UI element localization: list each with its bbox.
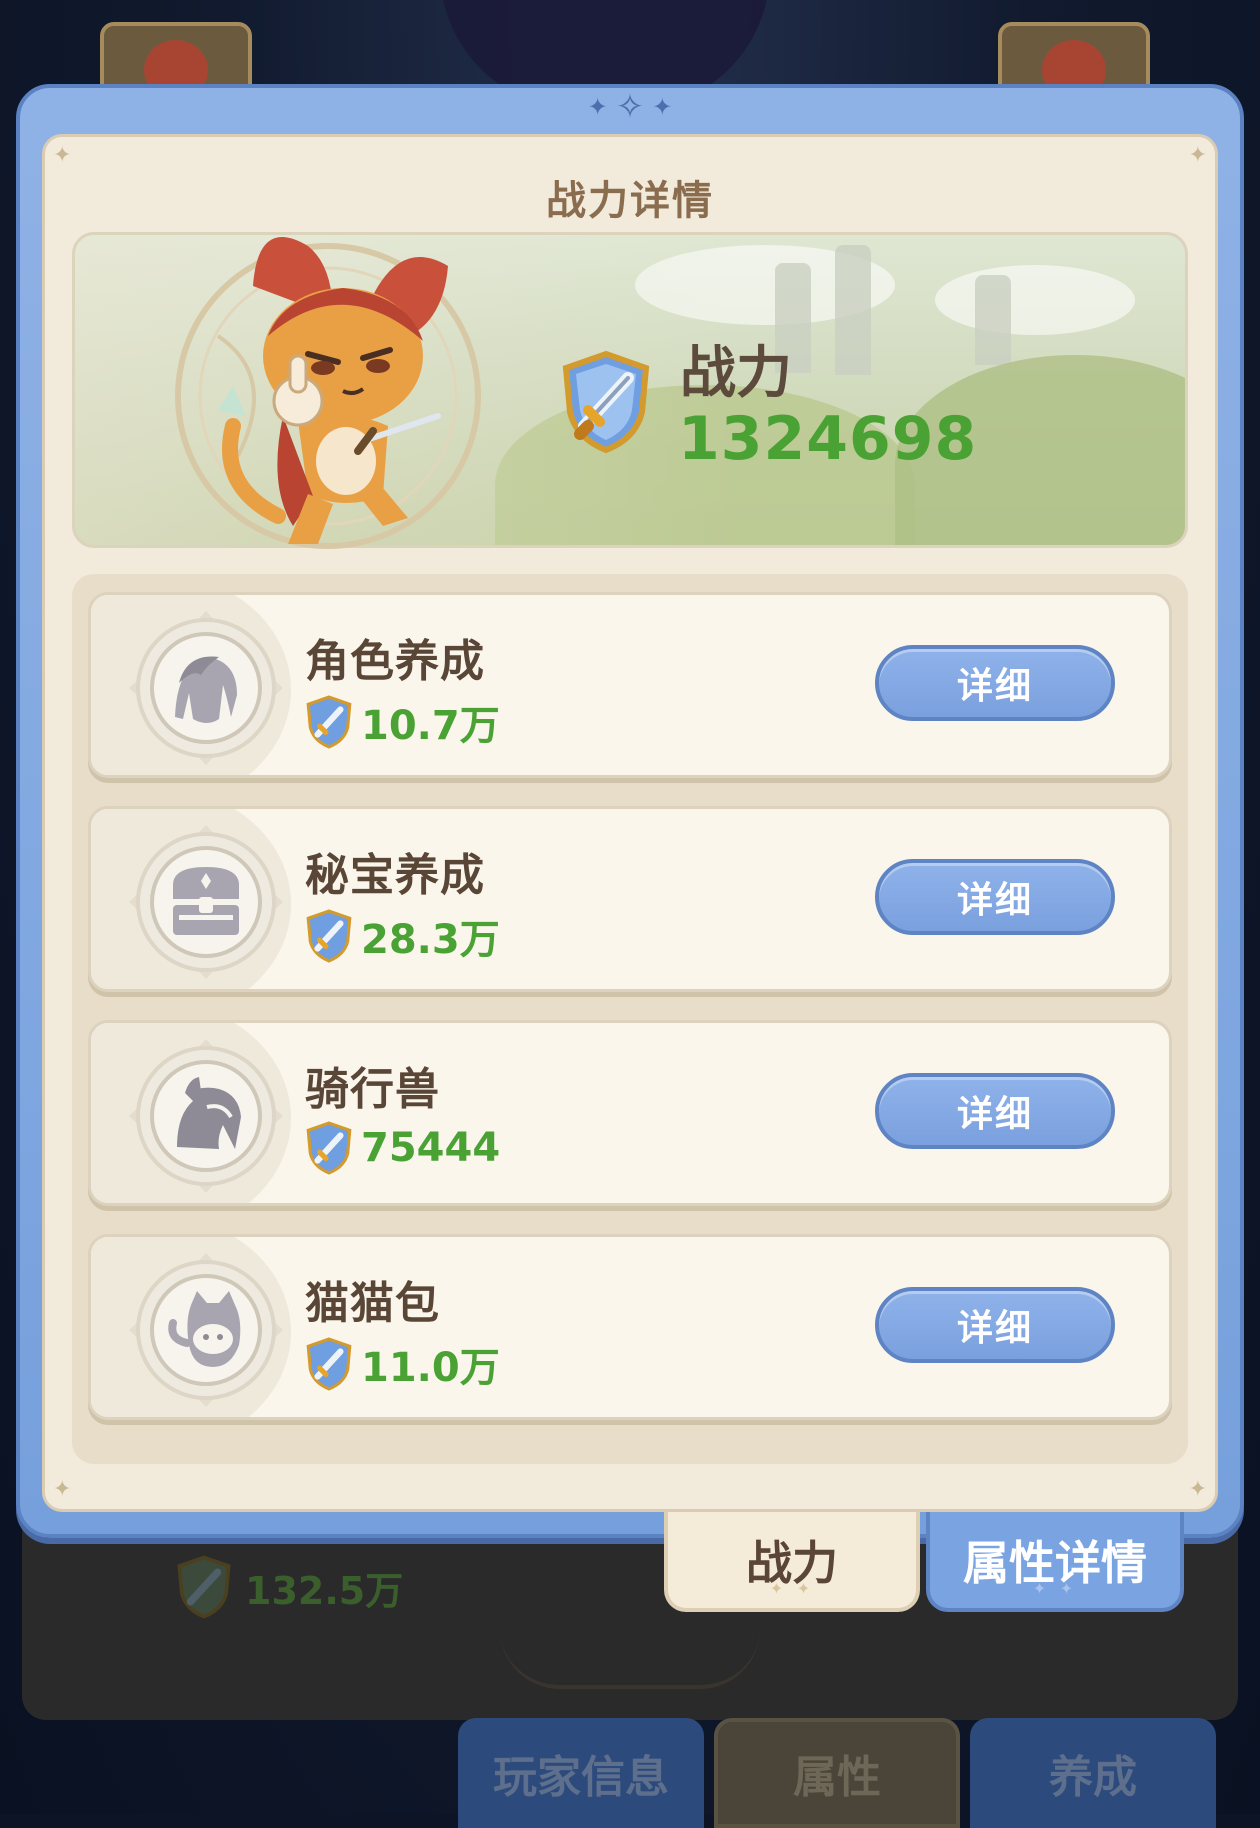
detail-button-cat-bag[interactable]: 详细: [875, 1287, 1115, 1363]
category-power: 11.0万: [305, 1335, 500, 1393]
category-power-value: 10.7万: [361, 703, 500, 749]
background-power: 132.5万: [175, 1555, 403, 1619]
detail-button-treasure[interactable]: 详细: [875, 859, 1115, 935]
category-power: 28.3万: [305, 907, 500, 965]
corner-ornament-icon: ✦: [53, 143, 72, 168]
total-power-value: 1324698: [678, 404, 978, 474]
category-power-value: 11.0万: [361, 1345, 500, 1391]
corner-ornament-icon: ✦: [53, 1477, 72, 1502]
background-power-value: 132.5万: [245, 1568, 404, 1613]
tab-ornament-icon: ✦ ✦: [1032, 1579, 1078, 1598]
category-name: 骑行兽: [305, 1064, 440, 1115]
hero-portrait: [158, 226, 518, 556]
list-item: 角色养成 10.7万 详细: [88, 592, 1172, 778]
shield-sword-icon: [177, 1555, 231, 1619]
shield-sword-icon: [306, 909, 352, 963]
horse-head-icon: [129, 1039, 283, 1193]
cat-bag-icon: [129, 1253, 283, 1407]
list-item: 猫猫包 11.0万 详细: [88, 1234, 1172, 1420]
corner-ornament-icon: ✦: [1188, 143, 1207, 168]
treasure-chest-icon: [129, 825, 283, 979]
frame-ornament-icon: ✦ ✧ ✦: [587, 87, 673, 127]
corner-ornament-icon: ✦: [1188, 1477, 1207, 1502]
shield-sword-icon: [306, 1337, 352, 1391]
total-power-label: 战力: [680, 341, 792, 406]
detail-button-character[interactable]: 详细: [875, 645, 1115, 721]
dialog-title: 战力详情: [546, 178, 714, 224]
category-power: 10.7万: [305, 693, 500, 751]
background-ornament: [500, 1625, 760, 1689]
bottom-tab-player-info[interactable]: 玩家信息: [458, 1718, 704, 1828]
list-item: 秘宝养成 28.3万 详细: [88, 806, 1172, 992]
shield-sword-icon: [562, 350, 650, 454]
list-item: 骑行兽 75444 详细: [88, 1020, 1172, 1206]
tab-ornament-icon: ✦ ✦: [769, 1579, 815, 1598]
bottom-nav: 玩家信息 属性 养成: [458, 1718, 1216, 1828]
tab-power[interactable]: 战力 ✦ ✦: [664, 1512, 920, 1612]
category-power: 75444: [305, 1121, 500, 1175]
bottom-tab-attributes[interactable]: 属性: [714, 1718, 960, 1828]
shield-sword-icon: [306, 695, 352, 749]
category-power-value: 75444: [361, 1125, 501, 1171]
category-name: 秘宝养成: [305, 850, 485, 901]
character-silhouette-icon: [129, 611, 283, 765]
category-name: 角色养成: [305, 636, 485, 687]
category-name: 猫猫包: [305, 1278, 440, 1329]
shield-sword-icon: [306, 1121, 352, 1175]
bottom-tab-cultivation[interactable]: 养成: [970, 1718, 1216, 1828]
category-power-value: 28.3万: [361, 917, 500, 963]
tab-attribute-details[interactable]: 属性详情 ✦ ✦: [926, 1512, 1184, 1612]
detail-button-mount[interactable]: 详细: [875, 1073, 1115, 1149]
